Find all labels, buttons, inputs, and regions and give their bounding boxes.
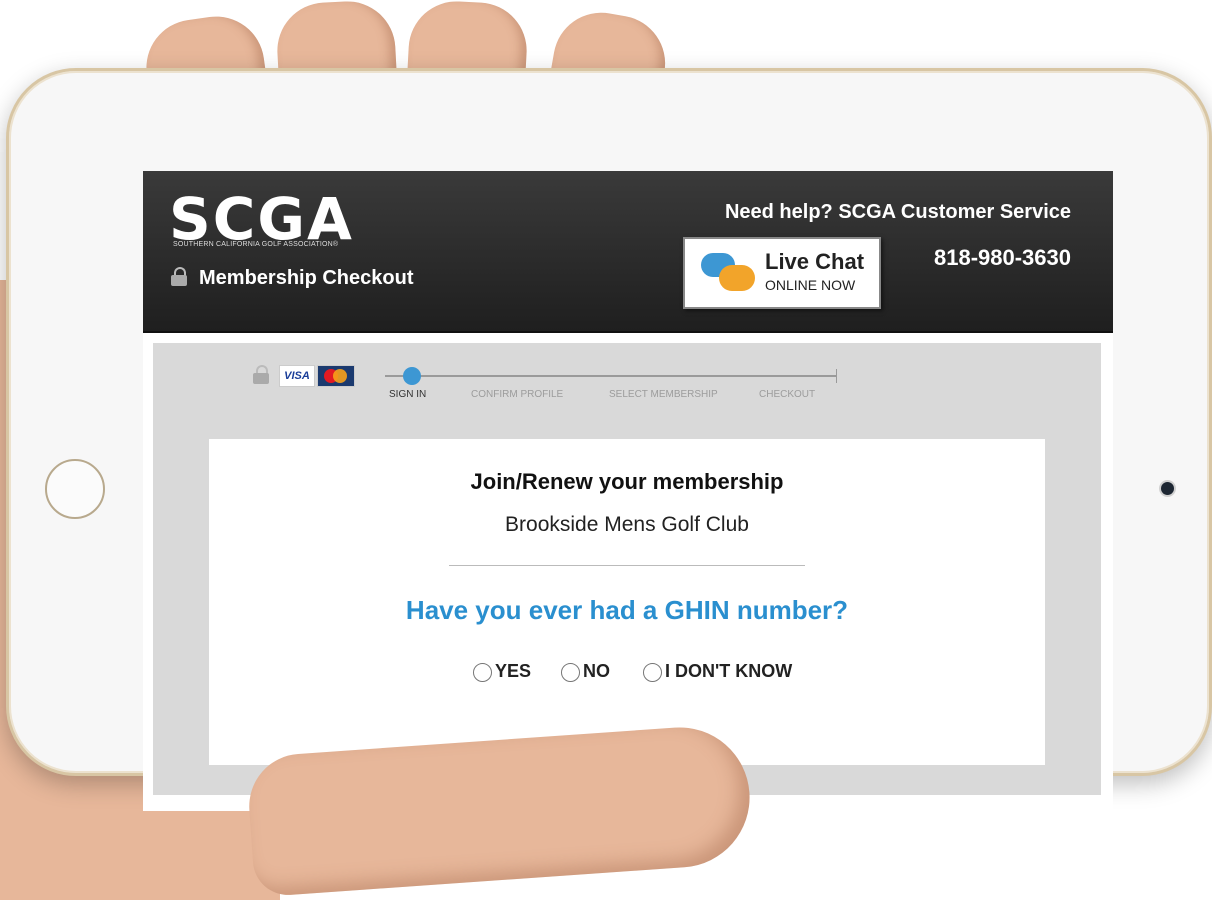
ghin-options: YES NO I DON'T KNOW [473,659,873,689]
current-step-marker [403,367,421,385]
ghin-question: Have you ever had a GHIN number? [405,595,849,625]
step-sign-in: SIGN IN [389,389,427,400]
help-text: Need help? SCGA Customer Service [724,201,1071,223]
progress-steps: SIGN IN CONFIRM PROFILE SELECT MEMBERSHI… [385,365,841,405]
tablet-screen: SCGA SOUTHERN CALIFORNIA GOLF ASSOCIATIO… [143,171,1113,811]
logo-tagline: SOUTHERN CALIFORNIA GOLF ASSOCIATION® [173,241,339,248]
chat-status: ONLINE NOW [765,277,856,293]
radio-button[interactable] [473,663,492,682]
step-select-membership: SELECT MEMBERSHIP [609,389,718,400]
camera-icon [1161,482,1174,495]
club-name: Brookside Mens Golf Club [505,513,749,536]
secure-lock-icon [253,365,269,384]
live-chat-label: Live Chat [765,249,865,274]
lock-icon [171,267,187,286]
tablet-frame: SCGA SOUTHERN CALIFORNIA GOLF ASSOCIATIO… [6,68,1212,811]
site-header: SCGA SOUTHERN CALIFORNIA GOLF ASSOCIATIO… [143,171,1113,333]
progress-end-tick [836,369,837,383]
home-button[interactable] [45,459,105,519]
option-label: YES [495,661,532,681]
mastercard-icon [317,365,355,387]
progress-line [385,375,837,377]
phone-number[interactable]: 818-980-3630 [934,245,1071,271]
membership-card: Join/Renew your membership Brookside Men… [209,439,1045,765]
checkout-title: Membership Checkout [199,267,414,289]
option-label: NO [583,661,610,681]
step-checkout: CHECKOUT [759,389,816,400]
radio-button[interactable] [561,663,580,682]
option-label: I DON'T KNOW [665,661,793,681]
divider [449,565,805,566]
card-title: Join/Renew your membership [470,469,784,494]
live-chat-button[interactable]: Live Chat ONLINE NOW [683,237,881,309]
visa-card-icon: VISA [279,365,315,387]
chat-bubble-icon [701,253,757,295]
radio-button[interactable] [643,663,662,682]
checkout-content: VISA SIGN IN CONFIRM PROFILE SELECT MEMB… [153,343,1101,795]
step-confirm-profile: CONFIRM PROFILE [471,389,564,400]
